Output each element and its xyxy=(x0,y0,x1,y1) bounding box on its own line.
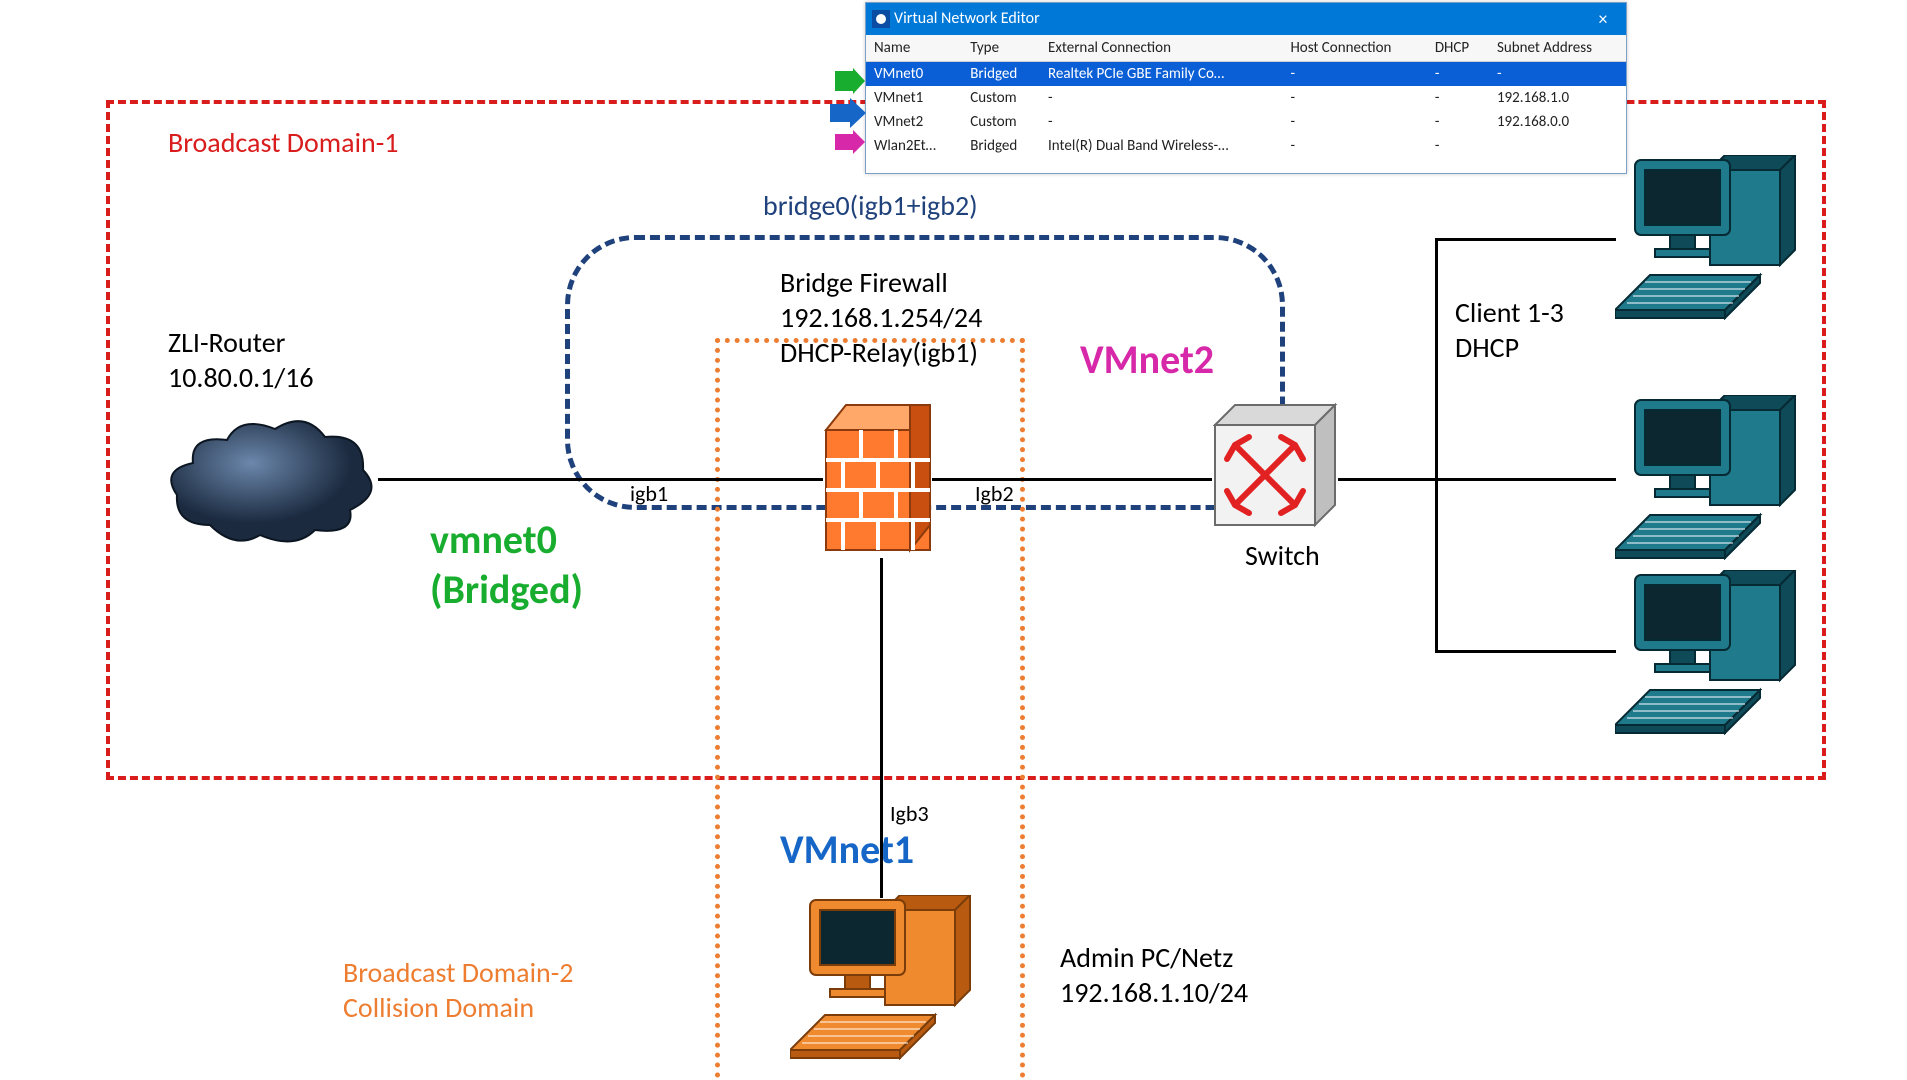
vne-table: NameTypeExternal ConnectionHost Connecti… xyxy=(866,35,1626,158)
vne-cell: 192.168.0.0 xyxy=(1489,110,1626,134)
vne-cell: VMnet0 xyxy=(866,62,962,87)
vne-cell: - xyxy=(1427,134,1489,158)
switch-label: Switch xyxy=(1245,538,1320,573)
arrow-blue-icon xyxy=(830,98,866,133)
vmnet0-label-b: (Bridged) xyxy=(430,565,583,614)
link-firewall-switch xyxy=(932,478,1212,481)
vne-cell: - xyxy=(1282,134,1426,158)
vne-title-text: Virtual Network Editor xyxy=(894,9,1040,28)
broadcast-domain-1-label: Broadcast Domain-1 xyxy=(168,125,398,160)
vne-cell: - xyxy=(1282,62,1426,87)
vne-cell: Custom xyxy=(962,110,1040,134)
vne-cell: Custom xyxy=(962,86,1040,110)
arrow-pink-icon xyxy=(835,130,865,159)
zli-router-ip: 10.80.0.1/16 xyxy=(168,360,314,395)
vne-cell: 192.168.1.0 xyxy=(1489,86,1626,110)
vne-cell: - xyxy=(1040,110,1282,134)
vne-cell: - xyxy=(1427,110,1489,134)
vne-cell: Bridged xyxy=(962,134,1040,158)
link-switch-client3 xyxy=(1435,650,1616,653)
vne-cell: - xyxy=(1427,86,1489,110)
clients-title: Client 1-3 xyxy=(1455,295,1564,330)
vne-cell: Realtek PCIe GBE Family Co… xyxy=(1040,62,1282,87)
link-switch-client2 xyxy=(1338,478,1616,481)
vne-row[interactable]: VMnet2Custom---192.168.0.0 xyxy=(866,110,1626,134)
arrow-green-icon xyxy=(835,68,865,99)
vne-cell: VMnet1 xyxy=(866,86,962,110)
firewall-relay: DHCP-Relay(igb1) xyxy=(780,335,978,370)
vne-col-header[interactable]: Host Connection xyxy=(1282,35,1426,62)
vne-app-icon xyxy=(872,10,890,28)
vne-cell: Wlan2Et… xyxy=(866,134,962,158)
clients-dhcp: DHCP xyxy=(1455,330,1519,365)
close-icon[interactable]: × xyxy=(1580,3,1626,35)
vne-cell: Intel(R) Dual Band Wireless-… xyxy=(1040,134,1282,158)
vne-row[interactable]: VMnet0BridgedRealtek PCIe GBE Family Co…… xyxy=(866,62,1626,87)
vne-col-header[interactable]: DHCP xyxy=(1427,35,1489,62)
vne-cell: - xyxy=(1282,110,1426,134)
vne-cell: - xyxy=(1282,86,1426,110)
link-firewall-admin xyxy=(880,558,883,898)
cloud-icon xyxy=(165,415,380,555)
vmnet1-label: VMnet1 xyxy=(780,825,914,874)
port-igb3: Igb3 xyxy=(890,800,929,828)
bridge0-label: bridge0(igb1+igb2) xyxy=(763,188,978,223)
vne-cell: VMnet2 xyxy=(866,110,962,134)
client-pc-3-icon xyxy=(1615,570,1800,735)
firewall-ip: 192.168.1.254/24 xyxy=(780,300,982,335)
vne-cell: - xyxy=(1427,62,1489,87)
link-zli-firewall xyxy=(378,478,823,481)
broadcast-domain-2-label-b: Collision Domain xyxy=(343,990,534,1025)
vne-cell: - xyxy=(1040,86,1282,110)
broadcast-domain-2-label-a: Broadcast Domain-2 xyxy=(343,955,573,990)
switch-vertical-bus xyxy=(1435,238,1438,653)
vmnet0-label-a: vmnet0 xyxy=(430,515,557,564)
vne-col-header[interactable]: Subnet Address xyxy=(1489,35,1626,62)
virtual-network-editor-window: Virtual Network Editor × NameTypeExterna… xyxy=(865,2,1627,174)
port-igb1: igb1 xyxy=(630,480,668,508)
vne-cell: - xyxy=(1489,62,1626,87)
link-switch-client1 xyxy=(1435,238,1616,241)
vne-row[interactable]: VMnet1Custom---192.168.1.0 xyxy=(866,86,1626,110)
admin-title: Admin PC/Netz xyxy=(1060,940,1233,975)
vne-col-header[interactable]: Name xyxy=(866,35,962,62)
vne-row[interactable]: Wlan2Et…BridgedIntel(R) Dual Band Wirele… xyxy=(866,134,1626,158)
port-igb2: Igb2 xyxy=(975,480,1014,508)
vmnet2-label: VMnet2 xyxy=(1080,335,1214,384)
admin-pc-icon xyxy=(790,895,975,1060)
switch-icon xyxy=(1210,400,1340,535)
firewall-title: Bridge Firewall xyxy=(780,265,948,300)
client-pc-1-icon xyxy=(1615,155,1800,320)
vne-cell xyxy=(1489,134,1626,158)
firewall-icon xyxy=(823,400,933,560)
vne-col-header[interactable]: External Connection xyxy=(1040,35,1282,62)
admin-ip: 192.168.1.10/24 xyxy=(1060,975,1248,1010)
vne-cell: Bridged xyxy=(962,62,1040,87)
vne-titlebar[interactable]: Virtual Network Editor × xyxy=(866,3,1626,35)
vne-col-header[interactable]: Type xyxy=(962,35,1040,62)
zli-router-title: ZLI-Router xyxy=(168,325,285,360)
client-pc-2-icon xyxy=(1615,395,1800,560)
